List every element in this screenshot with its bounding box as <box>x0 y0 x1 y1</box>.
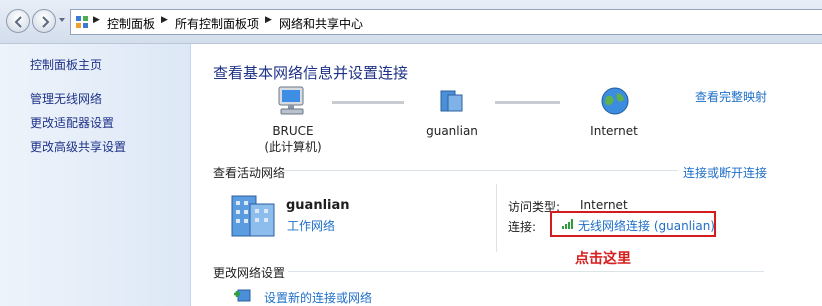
map-connector-line <box>332 101 404 104</box>
setup-new-connection-link[interactable]: 设置新的连接或网络 <box>264 289 372 306</box>
page-title: 查看基本网络信息并设置连接 <box>213 64 409 82</box>
vertical-divider <box>496 184 497 252</box>
sidebar-item-control-panel-home[interactable]: 控制面板主页 <box>30 56 102 73</box>
address-bar: ▶ 控制面板 ▶ 所有控制面板项 ▶ 网络和共享中心 <box>0 0 822 44</box>
access-type-value: Internet <box>580 198 628 212</box>
change-settings-heading: 更改网络设置 <box>213 266 286 280</box>
breadcrumb-network-center[interactable]: 网络和共享中心 <box>279 15 363 32</box>
chevron-right-icon[interactable]: ▶ <box>93 15 100 25</box>
sidebar: 控制面板主页 管理无线网络 更改适配器设置 更改高级共享设置 <box>0 44 191 306</box>
chevron-right-icon[interactable]: ▶ <box>161 15 168 25</box>
back-button[interactable] <box>6 9 30 33</box>
new-connection-icon <box>234 289 251 302</box>
network-node: guanlian <box>426 124 478 138</box>
section-divider <box>288 271 764 272</box>
computer-icon <box>278 86 304 115</box>
chevron-right-icon[interactable]: ▶ <box>265 15 272 25</box>
highlight-box <box>550 211 716 237</box>
view-full-map-link[interactable]: 查看完整映射 <box>695 88 767 105</box>
forward-button[interactable] <box>32 9 56 33</box>
network-icon <box>440 90 463 112</box>
internet-node: Internet <box>590 124 638 138</box>
connections-label: 连接: <box>508 220 537 234</box>
forward-arrow-icon <box>42 16 50 28</box>
breadcrumb-control-panel[interactable]: 控制面板 <box>107 15 155 32</box>
sidebar-item-advanced-sharing[interactable]: 更改高级共享设置 <box>30 138 126 155</box>
connect-disconnect-link[interactable]: 连接或断开连接 <box>683 164 767 181</box>
annotation-click-here: 点击这里 <box>575 251 631 267</box>
computer-name: BRUCE <box>272 124 314 138</box>
main-content: 查看基本网络信息并设置连接 查看完整映射 BRUCE (此计算机) guanli… <box>192 44 822 306</box>
back-arrow-icon <box>14 16 22 28</box>
control-panel-icon[interactable] <box>75 15 89 29</box>
breadcrumb-all-items[interactable]: 所有控制面板项 <box>175 15 259 32</box>
active-network-name: guanlian <box>286 198 350 213</box>
computer-subtitle: (此计算机) <box>264 140 322 154</box>
map-connector-line <box>495 101 560 104</box>
breadcrumb: ▶ 控制面板 ▶ 所有控制面板项 ▶ 网络和共享中心 <box>70 9 822 35</box>
active-networks-heading: 查看活动网络 <box>213 166 286 180</box>
computer-node: BRUCE (此计算机) <box>262 124 324 155</box>
network-type-link[interactable]: 工作网络 <box>287 217 335 234</box>
office-building-icon <box>231 195 275 237</box>
sidebar-item-manage-wireless[interactable]: 管理无线网络 <box>30 90 102 107</box>
sidebar-item-adapter-settings[interactable]: 更改适配器设置 <box>30 114 114 131</box>
section-divider <box>278 170 678 171</box>
recent-pages-dropdown[interactable] <box>58 16 66 24</box>
internet-globe-icon <box>601 87 629 115</box>
